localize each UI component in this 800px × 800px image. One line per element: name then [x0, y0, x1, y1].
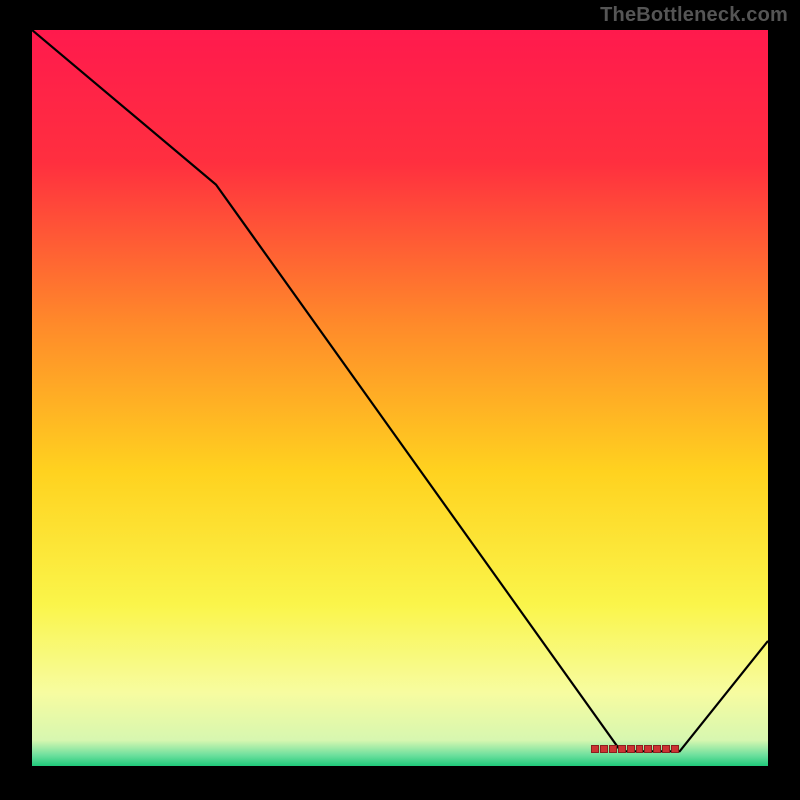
marker-square: [591, 745, 599, 753]
marker-square: [618, 745, 626, 753]
marker-square: [636, 745, 644, 753]
marker-square: [627, 745, 635, 753]
plot-area: [32, 30, 768, 766]
marker-square: [644, 745, 652, 753]
marker-square: [662, 745, 670, 753]
marker-square: [600, 745, 608, 753]
chart-canvas: TheBottleneck.com: [0, 0, 800, 800]
chart-svg: [32, 30, 768, 766]
marker-square: [653, 745, 661, 753]
watermark-text: TheBottleneck.com: [600, 4, 788, 27]
marker-square: [671, 745, 679, 753]
marker-square: [609, 745, 617, 753]
optimal-marker-band: [591, 745, 679, 756]
gradient-background: [32, 30, 768, 766]
